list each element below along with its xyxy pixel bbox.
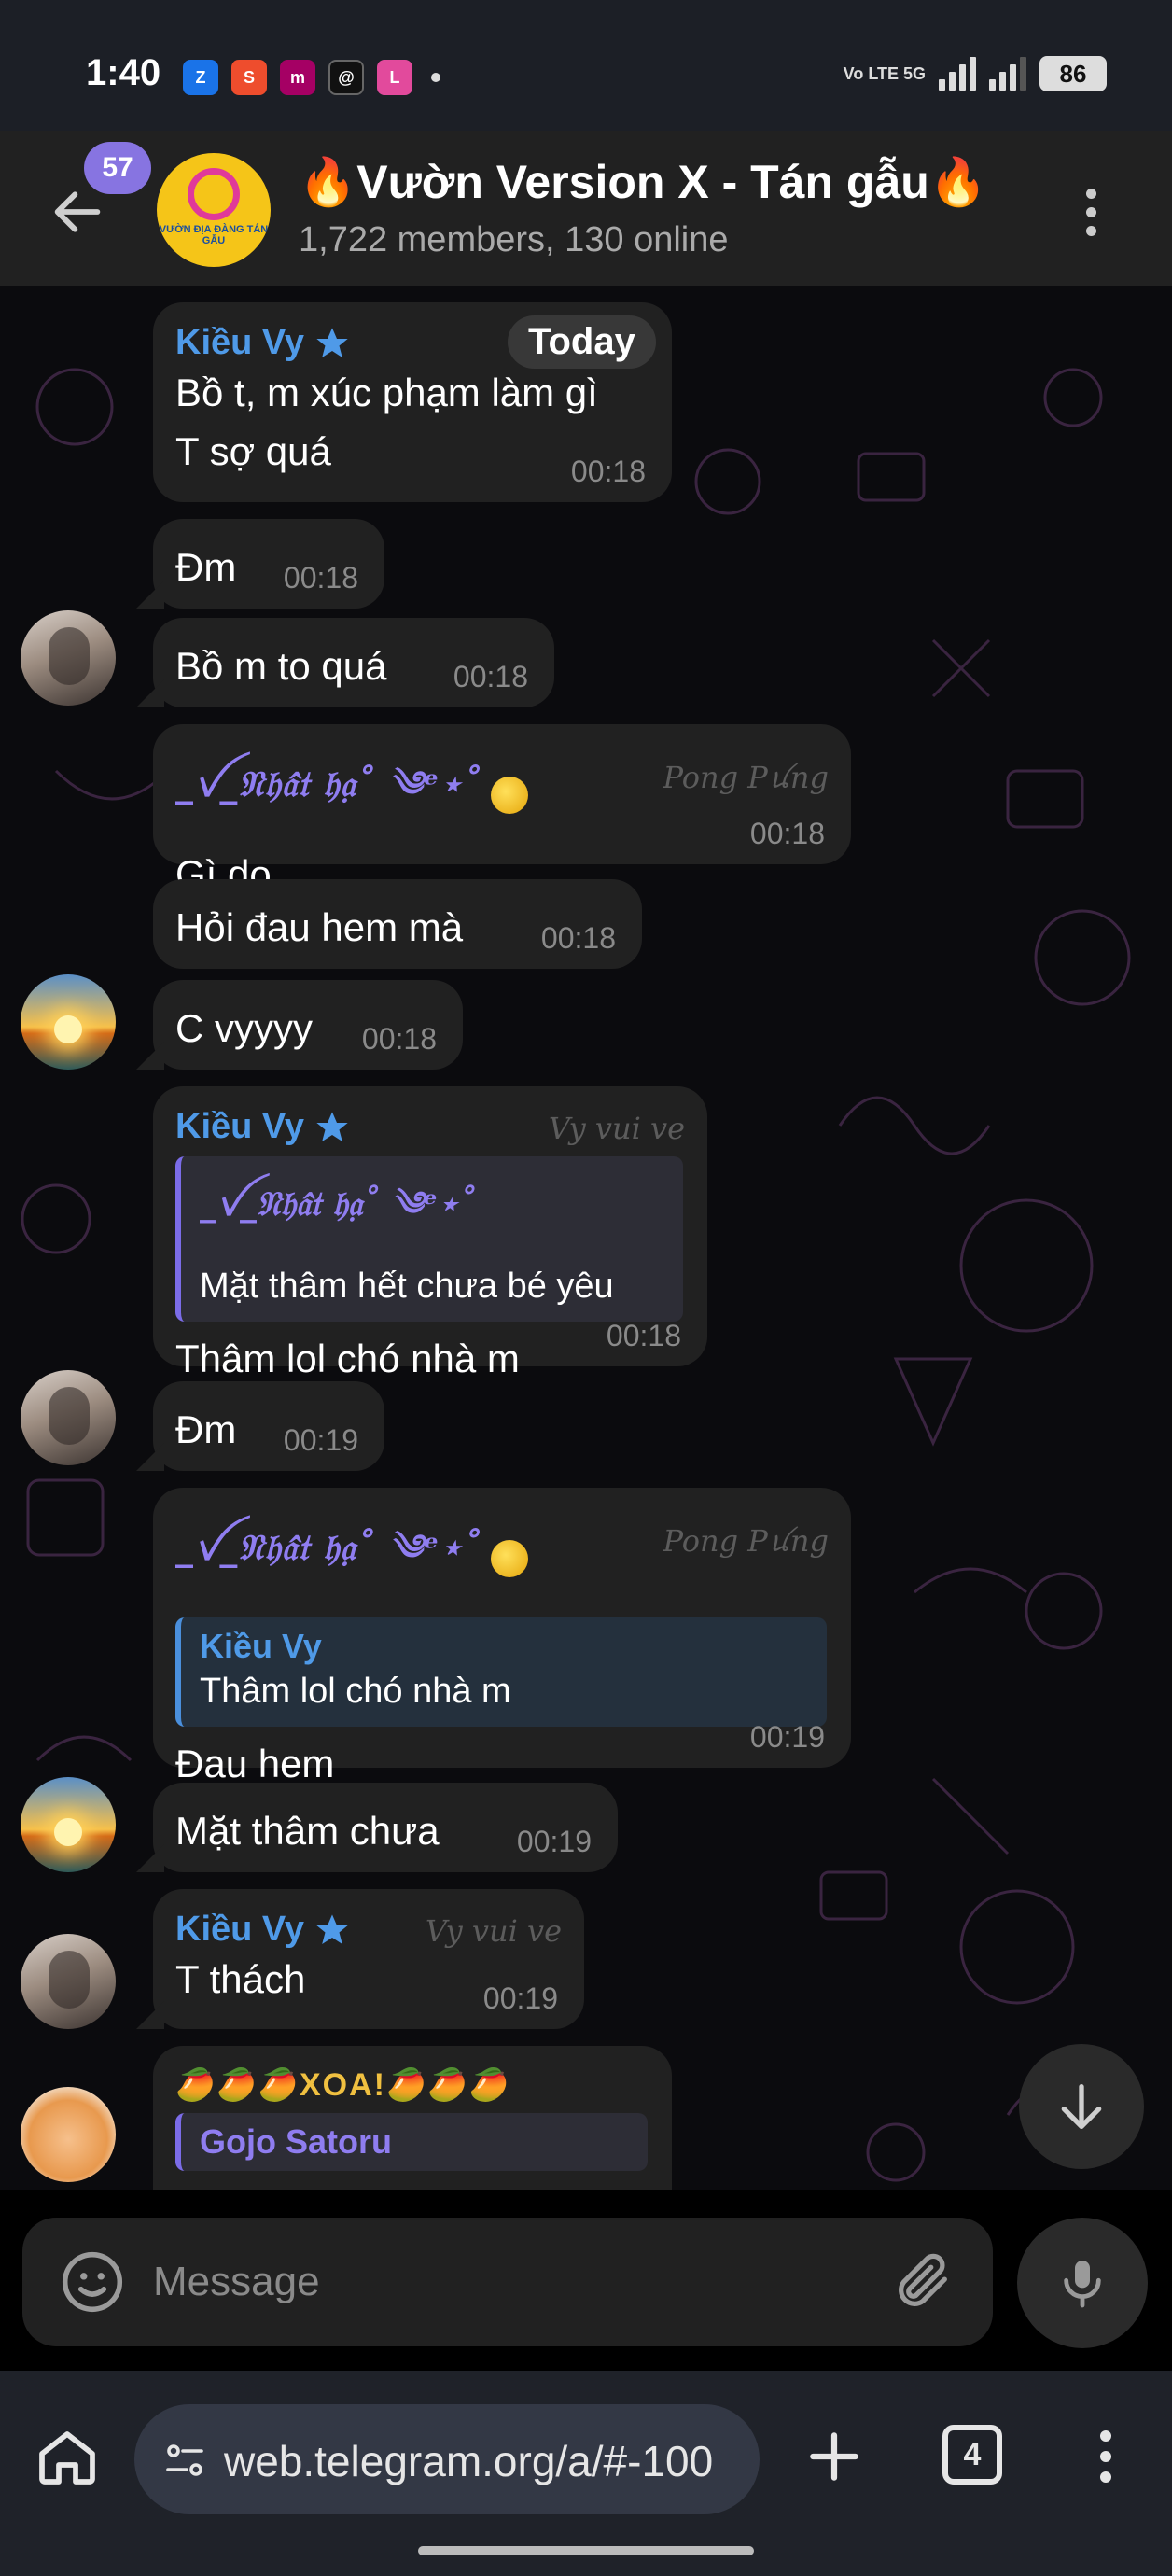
group-avatar-text: VƯỜN ĐỊA ĐÀNG TÁN GẪU	[159, 223, 269, 246]
threads-icon: @	[328, 60, 364, 95]
message-time: 00:18	[361, 1022, 437, 1056]
message-composer	[22, 2218, 993, 2346]
member-rank: Pong Pꪙng	[663, 760, 829, 795]
shopee-icon: S	[231, 60, 267, 95]
message-bubble[interactable]: Bồ m to quá 00:18	[153, 618, 554, 707]
status-bar: 1:40 Z S m @ L Vo LTE 5G 86	[0, 0, 1172, 131]
message-bubble[interactable]: 🥭🥭🥭XOA!🥭🥭🥭 Gojo Satoru	[153, 2046, 672, 2190]
message-bubble[interactable]: Kiều Vy Vy vui ve T thách 00:19	[153, 1889, 584, 2029]
user-avatar[interactable]	[21, 2087, 116, 2182]
user-avatar[interactable]	[21, 610, 116, 706]
message-time: 00:18	[540, 921, 616, 955]
browser-menu-button[interactable]	[1082, 2419, 1129, 2494]
message-bubble[interactable]: C vyyyy 00:18	[153, 980, 463, 1070]
momo-icon: m	[280, 60, 315, 95]
message-input[interactable]	[153, 2249, 881, 2315]
chat-title[interactable]: 🔥Vườn Version X - Tán gẫu🔥	[299, 155, 987, 210]
star-icon	[316, 1913, 348, 1944]
reply-quote[interactable]: Gojo Satoru	[175, 2113, 648, 2171]
message-time: 00:19	[516, 1825, 592, 1858]
reply-quote[interactable]: Kiều Vy Thâm lol chó nhà m	[175, 1617, 827, 1728]
zalo-icon: Z	[183, 60, 218, 95]
unread-badge: 57	[84, 142, 151, 194]
system-icons: Vo LTE 5G 86	[844, 56, 1107, 91]
message-sender[interactable]: 🥭🥭🥭XOA!🥭🥭🥭	[175, 2066, 648, 2104]
message-time: 00:19	[749, 1720, 825, 1754]
message-bubble[interactable]: Đm 00:19	[153, 1381, 384, 1471]
user-avatar[interactable]	[21, 1934, 116, 2029]
home-icon[interactable]	[34, 2423, 101, 2490]
url-text[interactable]: web.telegram.org/a/#-100	[224, 2436, 746, 2486]
site-settings-icon[interactable]	[160, 2438, 209, 2483]
sender-name[interactable]: Kiều Vy	[175, 1910, 304, 1950]
more-options-button[interactable]	[1067, 179, 1114, 245]
quote-sender: Gojo Satoru	[200, 2122, 392, 2161]
quote-sender: Kiều Vy	[200, 1627, 322, 1665]
message-bubble[interactable]: _ꪜ_𝔑𝔥𝔞̂𝔱 𝔥𝔞̣˚ ༄ᵉ⋆˚ Pong Pꪙng Gì dọ 00:18	[153, 724, 851, 896]
browser-toolbar: web.telegram.org/a/#-100 4	[0, 2371, 1172, 2576]
message-bubble[interactable]: Kiều Vy Vy vui ve _ꪜ_𝔑𝔥𝔞̂𝔱 𝔥𝔞̣˚ ༄ᵉ⋆˚ Mặt…	[153, 1086, 707, 1380]
more-notifications-dot	[431, 73, 440, 82]
gesture-navigation-bar[interactable]	[418, 2546, 754, 2555]
chat-header: 57 VƯỜN ĐỊA ĐÀNG TÁN GẪU 🔥Vườn Version X…	[0, 131, 1172, 286]
star-icon	[316, 1111, 348, 1141]
member-rank: Pong Pꪙng	[663, 1523, 829, 1559]
member-rank: Vy vui ve	[548, 1111, 685, 1146]
tab-switcher-button[interactable]: 4	[942, 2425, 1002, 2485]
member-rank: Vy vui ve	[425, 1913, 562, 1949]
signal-icon	[939, 57, 976, 91]
status-time: 1:40	[86, 52, 161, 93]
group-logo-icon	[188, 167, 240, 220]
lazada-icon: L	[377, 60, 412, 95]
quote-text: Thâm lol chó nhà m	[200, 1672, 511, 1711]
quote-sender: _ꪜ_𝔑𝔥𝔞̂𝔱 𝔥𝔞̣˚ ༄ᵉ⋆˚	[200, 1184, 476, 1224]
duck-emoji-icon	[491, 1539, 529, 1577]
duck-emoji-icon	[491, 776, 529, 814]
message-bubble[interactable]: Mặt thâm chưa 00:19	[153, 1783, 618, 1872]
message-time: 00:18	[283, 561, 358, 595]
sender-name[interactable]: _ꪜ_𝔑𝔥𝔞̂𝔱 𝔥𝔞̣˚ ༄ᵉ⋆˚	[175, 1508, 481, 1608]
scroll-to-bottom-button[interactable]	[1019, 2044, 1144, 2169]
sender-name[interactable]: Kiều Vy	[175, 323, 304, 363]
signal-icon-2	[989, 57, 1026, 91]
arrow-down-icon	[1061, 2084, 1102, 2129]
message-list[interactable]: Kiều Vy Bồ t, m xúc phạm làm gì T sợ quá…	[0, 286, 1172, 2190]
voice-message-button[interactable]	[1017, 2218, 1148, 2348]
message-bubble[interactable]: _ꪜ_𝔑𝔥𝔞̂𝔱 𝔥𝔞̣˚ ༄ᵉ⋆˚ Pong Pꪙng Kiều Vy Thâ…	[153, 1488, 851, 1785]
message-time: 00:18	[606, 1319, 681, 1352]
message-time: 00:19	[482, 1981, 558, 2015]
sender-name[interactable]: _ꪜ_𝔑𝔥𝔞̂𝔱 𝔥𝔞̣˚ ༄ᵉ⋆˚	[175, 745, 481, 845]
emoji-icon[interactable]	[58, 2247, 127, 2317]
message-time: 00:19	[283, 1423, 358, 1457]
message-time: 00:18	[570, 455, 646, 488]
message-bubble[interactable]: Đm 00:18	[153, 519, 384, 609]
quote-text: Mặt thâm hết chưa bé yêu	[200, 1267, 614, 1306]
address-bar[interactable]: web.telegram.org/a/#-100	[134, 2404, 760, 2514]
user-avatar[interactable]	[21, 1370, 116, 1465]
plus-icon[interactable]	[802, 2425, 866, 2488]
microphone-icon	[1064, 2261, 1101, 2308]
message-time: 00:18	[749, 817, 825, 850]
reply-quote[interactable]: _ꪜ_𝔑𝔥𝔞̂𝔱 𝔥𝔞̣˚ ༄ᵉ⋆˚ Mặt thâm hết chưa bé …	[175, 1156, 683, 1323]
group-avatar[interactable]: VƯỜN ĐỊA ĐÀNG TÁN GẪU	[157, 153, 271, 267]
chat-subtitle: 1,722 members, 130 online	[299, 220, 729, 259]
user-avatar[interactable]	[21, 974, 116, 1070]
paperclip-icon[interactable]	[890, 2249, 956, 2315]
sender-name[interactable]: Kiều Vy	[175, 1107, 304, 1147]
user-avatar[interactable]	[21, 1777, 116, 1872]
date-chip: Today	[508, 315, 656, 369]
message-bubble[interactable]: Hỏi đau hem mà 00:18	[153, 879, 642, 969]
star-icon	[316, 327, 348, 357]
message-time: 00:18	[453, 660, 528, 693]
network-label: Vo LTE 5G	[843, 64, 926, 83]
battery-icon: 86	[1039, 56, 1107, 91]
notification-icons: Z S m @ L	[183, 60, 440, 95]
